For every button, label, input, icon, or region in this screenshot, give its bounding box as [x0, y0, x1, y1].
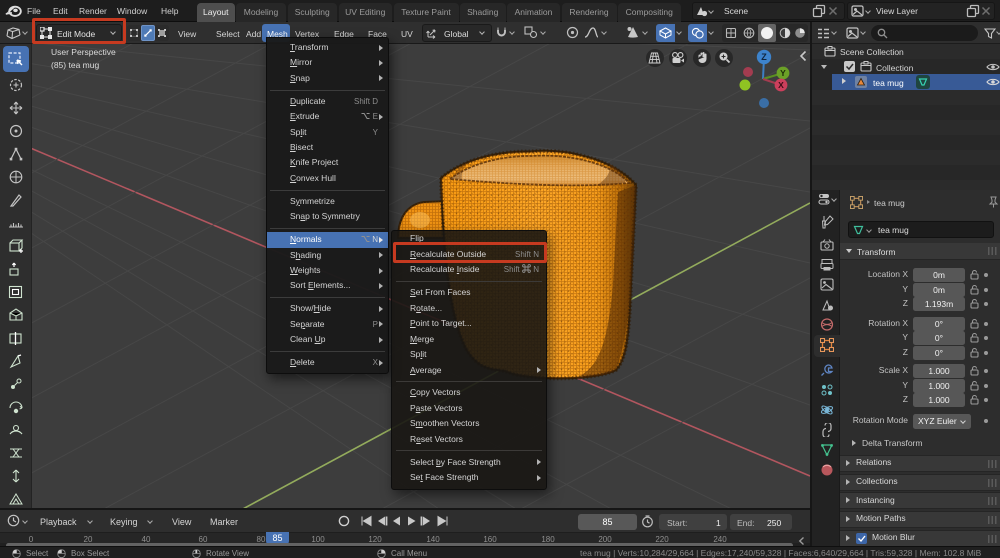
svg-text:X: X [778, 80, 784, 90]
svg-text:Z: Z [761, 52, 767, 62]
svg-text:Y: Y [780, 68, 786, 78]
